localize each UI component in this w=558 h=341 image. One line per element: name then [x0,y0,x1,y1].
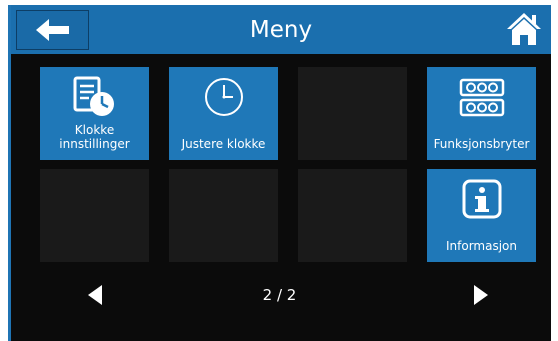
info-icon [460,173,504,225]
next-page-button[interactable] [466,280,496,310]
tile-empty [298,169,407,262]
clock-settings-icon [69,71,121,123]
back-button[interactable] [16,10,89,50]
tile-empty [169,169,278,262]
triangle-right-icon [474,285,488,305]
tile-label: Klokke innstillinger [59,123,130,151]
page-title: Meny [249,16,313,43]
home-button[interactable] [503,9,545,49]
arrow-left-icon [35,19,69,41]
tile-informasjon[interactable]: Informasjon [427,169,536,262]
tile-empty [40,169,149,262]
tile-funksjonsbryter[interactable]: Funksjonsbryter [427,67,536,160]
clock-icon [202,71,246,123]
home-icon [507,13,541,45]
header-bar: Meny [11,5,551,54]
tile-label: Justere klokke [181,137,266,151]
tile-klokke-innstillinger[interactable]: Klokke innstillinger [40,67,149,160]
menu-screen: Meny Klokke innstillinger Justere klokke… [8,5,551,341]
function-switch-icon [457,71,507,123]
tile-label: Informasjon [445,239,517,253]
tile-justere-klokke[interactable]: Justere klokke [169,67,278,160]
tile-label: Funksjonsbryter [433,137,530,151]
tile-empty [298,67,407,160]
